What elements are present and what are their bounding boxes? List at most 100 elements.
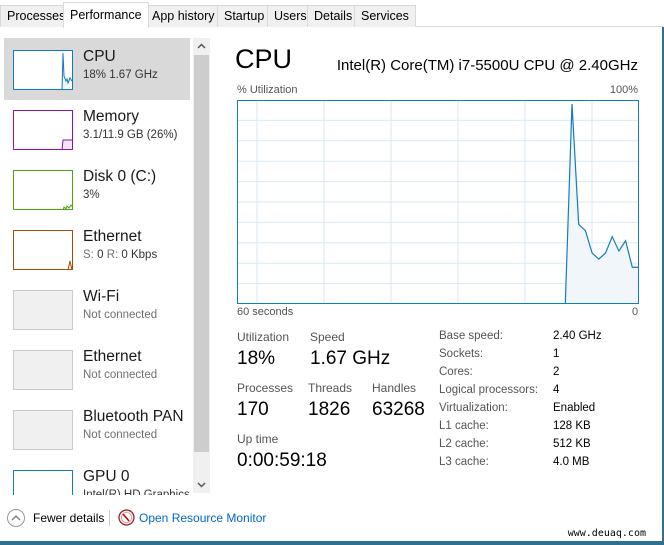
sidebar-item-name: Disk 0 (C:) — [83, 168, 157, 185]
sidebar-item-name: Ethernet — [83, 348, 142, 365]
speed-value: 1.67 GHz — [310, 348, 391, 369]
send-value: 0 — [97, 249, 104, 261]
send-label: S: — [83, 249, 94, 261]
spec-label-cores: Cores: — [439, 366, 473, 378]
tab-processes[interactable]: Processes — [0, 5, 73, 27]
sidebar-item-memory[interactable]: Memory 3.1/11.9 GB (26%) — [4, 98, 190, 160]
uptime-label: Up time — [237, 432, 279, 446]
spec-label-l3-cache: L3 cache: — [439, 456, 489, 468]
tab-services[interactable]: Services — [354, 5, 416, 27]
sidebar-item-gpu[interactable]: GPU 0 Intel(R) HD Graphics — [4, 458, 190, 495]
footer-separator — [109, 510, 110, 526]
spec-value-logical-processors: 4 — [553, 384, 560, 396]
sidebar-item-name: GPU 0 — [83, 468, 130, 485]
fewer-details-button-icon[interactable] — [7, 509, 25, 527]
sidebar-item-sub: Not connected — [83, 309, 158, 321]
sidebar-item-sub: 3% — [83, 189, 100, 201]
sidebar-item-sub: 3.1/11.9 GB (26%) — [83, 129, 178, 141]
chevron-down-icon — [197, 482, 206, 488]
resource-sidebar: CPU 18% 1.67 GHz Memory 3.1/11.9 GB (26%… — [0, 35, 192, 495]
spec-value-l2-cache: 512 KB — [553, 438, 591, 450]
threads-label: Threads — [308, 381, 353, 395]
resource-monitor-icon[interactable] — [118, 509, 135, 526]
sidebar-item-wifi[interactable]: Wi-Fi Not connected — [4, 278, 190, 340]
sidebar-item-bluetooth-pan[interactable]: Bluetooth PAN Not connected — [4, 398, 190, 460]
window-bottom-border — [0, 541, 664, 545]
utilization-label: Utilization — [237, 330, 290, 344]
spec-value-sockets: 1 — [553, 348, 560, 360]
bluetooth-mini-graph — [13, 410, 73, 450]
cpu-utilization-area — [565, 104, 639, 304]
speed-label: Speed — [310, 330, 345, 344]
memory-mini-graph-fill — [61, 139, 72, 149]
spec-label-virtualization: Virtualization: — [439, 402, 508, 414]
sidebar-item-sub: 18% 1.67 GHz — [83, 69, 158, 81]
sidebar-item-disk[interactable]: Disk 0 (C:) 3% — [4, 158, 190, 220]
spec-label-l2-cache: L2 cache: — [439, 438, 489, 450]
threads-value: 1826 — [308, 399, 351, 420]
spec-value-base-speed: 2.40 GHz — [553, 330, 602, 342]
chevron-up-circle-icon — [11, 515, 21, 521]
cpu-mini-graph-line — [61, 52, 72, 89]
receive-label: R: — [106, 249, 119, 261]
handles-value: 63268 — [372, 399, 425, 420]
spec-value-cores: 2 — [553, 366, 560, 378]
graph-y-max-label: 100% — [609, 84, 638, 96]
footer-bar: Fewer details Open Resource Monitor www.… — [0, 500, 664, 545]
handles-label: Handles — [372, 381, 417, 395]
chevron-up-icon — [197, 43, 206, 49]
sidebar-item-sub: S: 0 R: 0 Kbps — [83, 249, 157, 261]
scroll-down-button[interactable] — [193, 476, 210, 493]
cpu-utilization-graph — [237, 100, 639, 304]
sidebar-item-cpu[interactable]: CPU 18% 1.67 GHz — [4, 38, 190, 100]
cpu-model-name: Intel(R) Core(TM) i7-5500U CPU @ 2.40GHz — [336, 57, 638, 74]
cpu-mini-graph — [13, 50, 73, 90]
spec-value-l1-cache: 128 KB — [553, 420, 591, 432]
graph-x-right-label: 0 — [632, 306, 639, 318]
fewer-details-button[interactable]: Fewer details — [33, 511, 104, 525]
watermark-text: www.deuaq.com — [567, 528, 646, 539]
gpu-mini-graph — [13, 470, 73, 495]
disk-mini-graph-line — [62, 204, 72, 209]
spec-label-logical-processors: Logical processors: — [439, 384, 539, 396]
ethernet-mini-graph — [13, 230, 73, 270]
ethernet-2-mini-graph — [13, 350, 73, 390]
sidebar-item-ethernet[interactable]: Ethernet S: 0 R: 0 Kbps — [4, 218, 190, 280]
tab-performance[interactable]: Performance — [63, 2, 149, 28]
spec-value-virtualization: Enabled — [553, 402, 596, 414]
processes-label: Processes — [237, 381, 294, 395]
disk-mini-graph — [13, 170, 73, 210]
cpu-detail-panel: CPU Intel(R) Core(TM) i7-5500U CPU @ 2.4… — [226, 35, 664, 495]
scroll-up-button[interactable] — [193, 38, 210, 55]
tab-app-history[interactable]: App history — [145, 5, 222, 27]
memory-mini-graph — [13, 110, 73, 150]
sidebar-item-sub: Not connected — [83, 429, 158, 441]
spec-label-base-speed: Base speed: — [439, 330, 503, 342]
sidebar-item-name: Ethernet — [83, 228, 142, 245]
sidebar-item-name: CPU — [83, 48, 116, 65]
graph-y-label: % Utilization — [237, 84, 298, 96]
sidebar-scrollbar[interactable] — [193, 38, 210, 493]
wifi-mini-graph — [13, 290, 73, 330]
processes-value: 170 — [237, 399, 269, 420]
spec-label-sockets: Sockets: — [439, 348, 484, 360]
sidebar-item-name: Bluetooth PAN — [83, 408, 184, 425]
tab-details[interactable]: Details — [307, 5, 360, 27]
utilization-value: 18% — [237, 348, 276, 369]
sidebar-item-ethernet-2[interactable]: Ethernet Not connected — [4, 338, 190, 400]
scrollbar-thumb[interactable] — [194, 55, 209, 452]
tab-startup[interactable]: Startup — [217, 5, 272, 27]
graph-x-left-label: 60 seconds — [237, 306, 294, 318]
sidebar-item-sub: Not connected — [83, 369, 158, 381]
open-resource-monitor-link[interactable]: Open Resource Monitor — [139, 511, 266, 525]
uptime-value: 0:00:59:18 — [237, 450, 327, 471]
sidebar-item-sub: Intel(R) HD Graphics — [83, 489, 190, 495]
sidebar-item-name: Wi-Fi — [83, 288, 120, 305]
spec-value-l3-cache: 4.0 MB — [553, 456, 590, 468]
page-title: CPU — [235, 44, 293, 74]
receive-value: 0 Kbps — [121, 249, 158, 261]
tab-bar: Processes Performance App history Startu… — [0, 0, 664, 28]
sidebar-item-name: Memory — [83, 108, 139, 125]
ethernet-mini-graph-line — [67, 260, 72, 269]
spec-label-l1-cache: L1 cache: — [439, 420, 489, 432]
